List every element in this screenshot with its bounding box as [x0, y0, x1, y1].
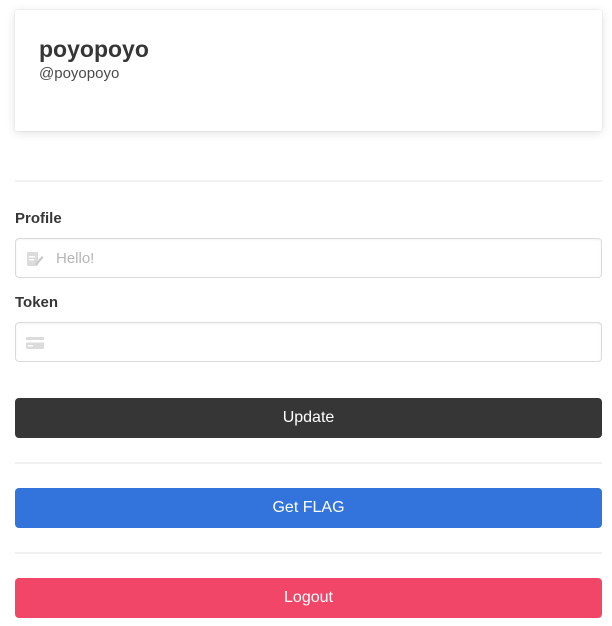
credit-card-icon — [26, 334, 44, 352]
divider — [15, 462, 602, 464]
token-input[interactable] — [56, 323, 593, 361]
update-button[interactable]: Update — [15, 398, 602, 438]
profile-input[interactable] — [56, 239, 593, 277]
edit-icon — [26, 250, 44, 268]
profile-field[interactable] — [15, 238, 602, 278]
profile-label: Profile — [15, 210, 62, 227]
divider — [15, 552, 602, 554]
token-label: Token — [15, 294, 59, 311]
profile-card: poyopoyo @poyopoyo — [15, 10, 602, 131]
divider — [15, 180, 602, 182]
get-flag-button[interactable]: Get FLAG — [15, 488, 602, 528]
token-field[interactable] — [15, 322, 602, 362]
logout-button[interactable]: Logout — [15, 578, 602, 618]
display-name: poyopoyo — [39, 36, 149, 62]
username: @poyopoyo — [39, 65, 120, 82]
